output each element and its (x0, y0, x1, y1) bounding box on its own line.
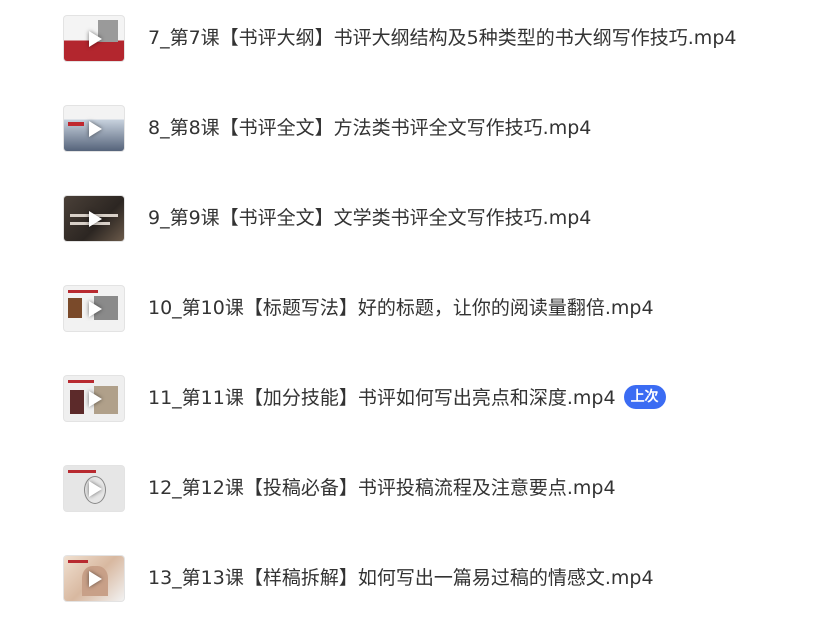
file-row-lesson-12[interactable]: 12_第12课【投稿必备】书评投稿流程及注意要点.mp4 (0, 458, 815, 518)
file-name[interactable]: 12_第12课【投稿必备】书评投稿流程及注意要点.mp4 (148, 476, 616, 500)
play-icon (89, 210, 102, 227)
video-thumbnail[interactable] (64, 556, 124, 601)
file-row-lesson-10[interactable]: 10_第10课【标题写法】好的标题，让你的阅读量翻倍.mp4 (0, 278, 815, 338)
play-icon (89, 570, 102, 587)
video-thumbnail[interactable] (64, 376, 124, 421)
video-thumbnail[interactable] (64, 466, 124, 511)
play-icon (89, 30, 102, 47)
video-thumbnail[interactable] (64, 286, 124, 331)
play-icon (89, 300, 102, 317)
file-name[interactable]: 10_第10课【标题写法】好的标题，让你的阅读量翻倍.mp4 (148, 296, 654, 320)
file-row-lesson-9[interactable]: 9_第9课【书评全文】文学类书评全文写作技巧.mp4 (0, 188, 815, 248)
file-name[interactable]: 13_第13课【样稿拆解】如何写出一篇易过稿的情感文.mp4 (148, 566, 654, 590)
last-viewed-badge: 上次 (623, 385, 666, 409)
video-thumbnail[interactable] (64, 16, 124, 61)
play-icon (89, 390, 102, 407)
file-row-lesson-7[interactable]: 7_第7课【书评大纲】书评大纲结构及5种类型的书大纲写作技巧.mp4 (0, 8, 815, 68)
file-name[interactable]: 9_第9课【书评全文】文学类书评全文写作技巧.mp4 (148, 206, 591, 230)
file-name[interactable]: 11_第11课【加分技能】书评如何写出亮点和深度.mp4 上次 (148, 385, 666, 410)
file-row-lesson-11[interactable]: 11_第11课【加分技能】书评如何写出亮点和深度.mp4 上次 (0, 368, 815, 428)
file-row-lesson-8[interactable]: 8_第8课【书评全文】方法类书评全文写作技巧.mp4 (0, 98, 815, 158)
file-row-lesson-13[interactable]: 13_第13课【样稿拆解】如何写出一篇易过稿的情感文.mp4 (0, 548, 815, 608)
play-icon (89, 120, 102, 137)
file-name[interactable]: 7_第7课【书评大纲】书评大纲结构及5种类型的书大纲写作技巧.mp4 (148, 26, 736, 50)
file-name[interactable]: 8_第8课【书评全文】方法类书评全文写作技巧.mp4 (148, 116, 591, 140)
play-icon (89, 480, 102, 497)
video-file-list: 7_第7课【书评大纲】书评大纲结构及5种类型的书大纲写作技巧.mp4 8_第8课… (0, 0, 815, 632)
video-thumbnail[interactable] (64, 106, 124, 151)
video-thumbnail[interactable] (64, 196, 124, 241)
